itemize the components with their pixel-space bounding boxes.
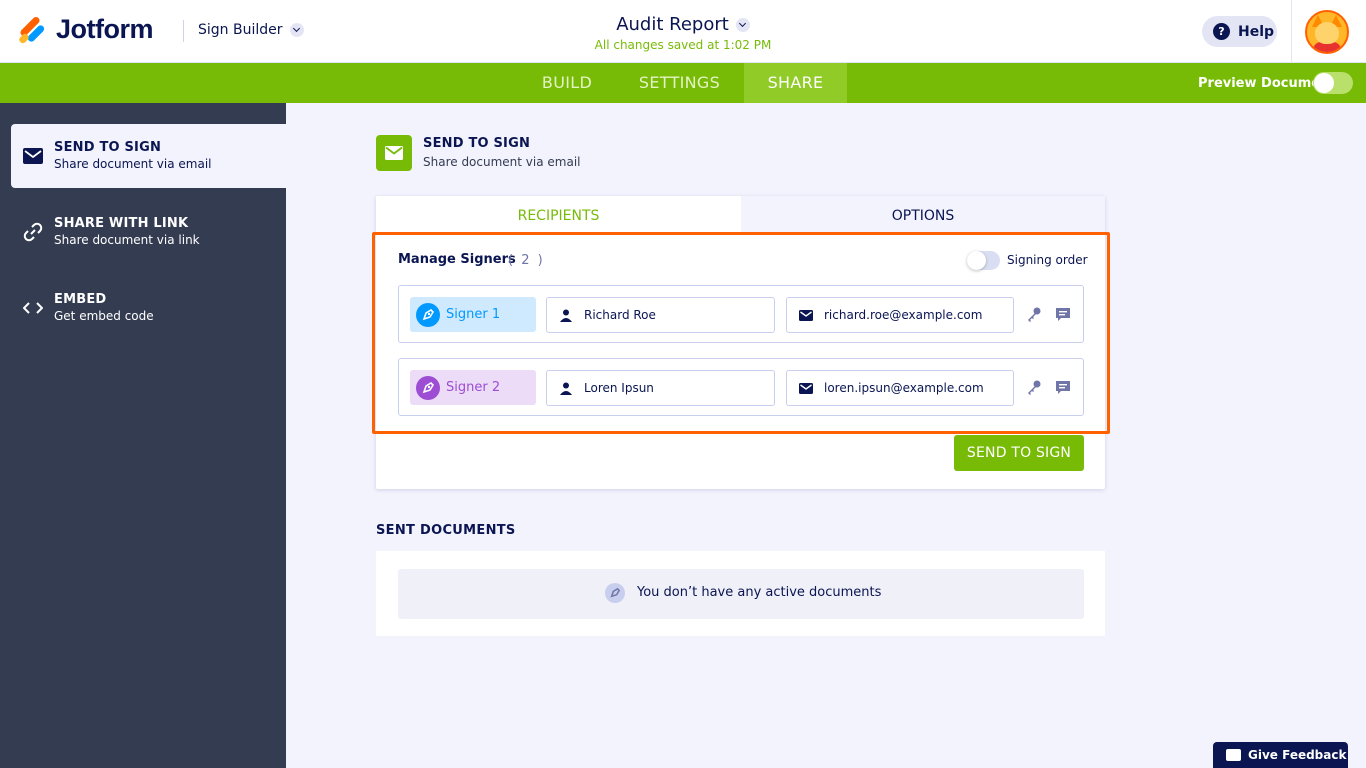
jotform-logo-icon	[17, 15, 46, 45]
product-label: Sign Builder	[198, 22, 283, 38]
builder-navbar: BUILD SETTINGS SHARE Preview Document	[0, 63, 1366, 103]
key-icon[interactable]	[1026, 379, 1042, 395]
document-title-text: Audit Report	[616, 14, 729, 35]
tab-build[interactable]: BUILD	[520, 63, 614, 103]
sidebar-item-subtitle: Get embed code	[54, 309, 154, 323]
help-label: Help	[1238, 23, 1275, 40]
sent-documents-card: You don’t have any active documents	[376, 551, 1105, 636]
give-feedback-label: Give Feedback	[1248, 748, 1347, 762]
sidebar-item-subtitle: Share document via link	[54, 233, 200, 247]
key-icon[interactable]	[1026, 306, 1042, 322]
user-icon	[560, 309, 572, 322]
signer-name-field[interactable]: Richard Roe	[546, 297, 775, 333]
feedback-icon	[1226, 749, 1241, 761]
signer-email-field[interactable]: loren.ipsun@example.com	[786, 370, 1014, 406]
link-icon	[23, 222, 43, 242]
card-tabs: RECIPIENTS OPTIONS	[376, 196, 1105, 234]
sidebar-item-share-with-link[interactable]: SHARE WITH LINK Share document via link	[11, 200, 286, 264]
manage-signers-label: Manage Signers	[398, 252, 516, 267]
envelope-icon	[799, 310, 813, 321]
pen-nib-icon	[416, 303, 440, 327]
sent-documents-title: SENT DOCUMENTS	[376, 523, 516, 538]
message-icon[interactable]	[1055, 379, 1071, 395]
chevron-down-icon	[735, 17, 750, 32]
sidebar-item-send-to-sign[interactable]: SEND TO SIGN Share document via email	[11, 124, 286, 188]
signer-chip[interactable]: Signer 1	[410, 297, 536, 332]
chevron-down-icon	[289, 23, 304, 37]
send-to-sign-section-icon	[376, 135, 412, 171]
signing-order-label: Signing order	[1007, 253, 1088, 267]
signer-name: Richard Roe	[584, 308, 656, 322]
pen-nib-icon	[416, 376, 440, 400]
sidebar-item-title: SEND TO SIGN	[54, 140, 162, 155]
section-title: SEND TO SIGN	[423, 136, 531, 151]
tab-recipients[interactable]: RECIPIENTS	[376, 196, 741, 234]
save-status: All changes saved at 1:02 PM	[594, 38, 772, 52]
document-title-area: Audit Report All changes saved at 1:02 P…	[520, 14, 846, 52]
section-subtitle: Share document via email	[423, 155, 581, 169]
share-sidebar: SEND TO SIGN Share document via email SH…	[0, 103, 286, 768]
signer-email-field[interactable]: richard.roe@example.com	[786, 297, 1014, 333]
document-title[interactable]: Audit Report	[616, 14, 750, 35]
message-icon[interactable]	[1055, 306, 1071, 322]
top-header: Jotform Sign Builder Audit Report All ch…	[0, 0, 1366, 63]
signer-row: Signer 1 Richard Roe richard.roe@example…	[398, 285, 1084, 343]
signer-email: loren.ipsun@example.com	[824, 381, 984, 395]
send-to-sign-button[interactable]: SEND TO SIGN	[954, 435, 1084, 471]
tab-options[interactable]: OPTIONS	[741, 196, 1105, 234]
question-icon: ?	[1213, 23, 1230, 40]
signer-chip[interactable]: Signer 2	[410, 370, 536, 405]
avatar[interactable]	[1305, 10, 1349, 54]
envelope-icon	[23, 148, 43, 164]
envelope-icon	[799, 383, 813, 394]
envelope-icon	[385, 146, 403, 160]
sidebar-item-embed[interactable]: EMBED Get embed code	[11, 276, 286, 340]
signer-email: richard.roe@example.com	[824, 308, 983, 322]
tab-settings[interactable]: SETTINGS	[615, 63, 744, 103]
signer-name: Loren Ipsun	[584, 381, 654, 395]
empty-state-text: You don’t have any active documents	[637, 585, 882, 600]
signer-count: ( 2 )	[508, 253, 545, 268]
help-button[interactable]: ? Help	[1202, 16, 1277, 47]
give-feedback-button[interactable]: Give Feedback	[1213, 742, 1348, 768]
code-icon	[23, 302, 43, 314]
preview-document-toggle[interactable]	[1313, 72, 1353, 94]
jotform-logo[interactable]: Jotform	[17, 14, 154, 45]
signer-label: Signer 1	[446, 307, 501, 322]
signer-label: Signer 2	[446, 380, 501, 395]
sidebar-item-title: EMBED	[54, 292, 107, 307]
pen-nib-icon	[605, 583, 625, 603]
user-icon	[560, 382, 572, 395]
tab-share[interactable]: SHARE	[744, 63, 847, 103]
avatar-container	[1291, 0, 1366, 63]
signing-order-toggle[interactable]	[967, 251, 1000, 270]
product-switcher[interactable]: Sign Builder	[198, 22, 304, 38]
sidebar-item-title: SHARE WITH LINK	[54, 216, 189, 231]
empty-state: You don’t have any active documents	[398, 569, 1084, 619]
signer-row: Signer 2 Loren Ipsun loren.ipsun@example…	[398, 358, 1084, 416]
header-divider	[183, 20, 184, 42]
signer-name-field[interactable]: Loren Ipsun	[546, 370, 775, 406]
brand-name: Jotform	[56, 14, 154, 44]
sidebar-item-subtitle: Share document via email	[54, 157, 212, 171]
